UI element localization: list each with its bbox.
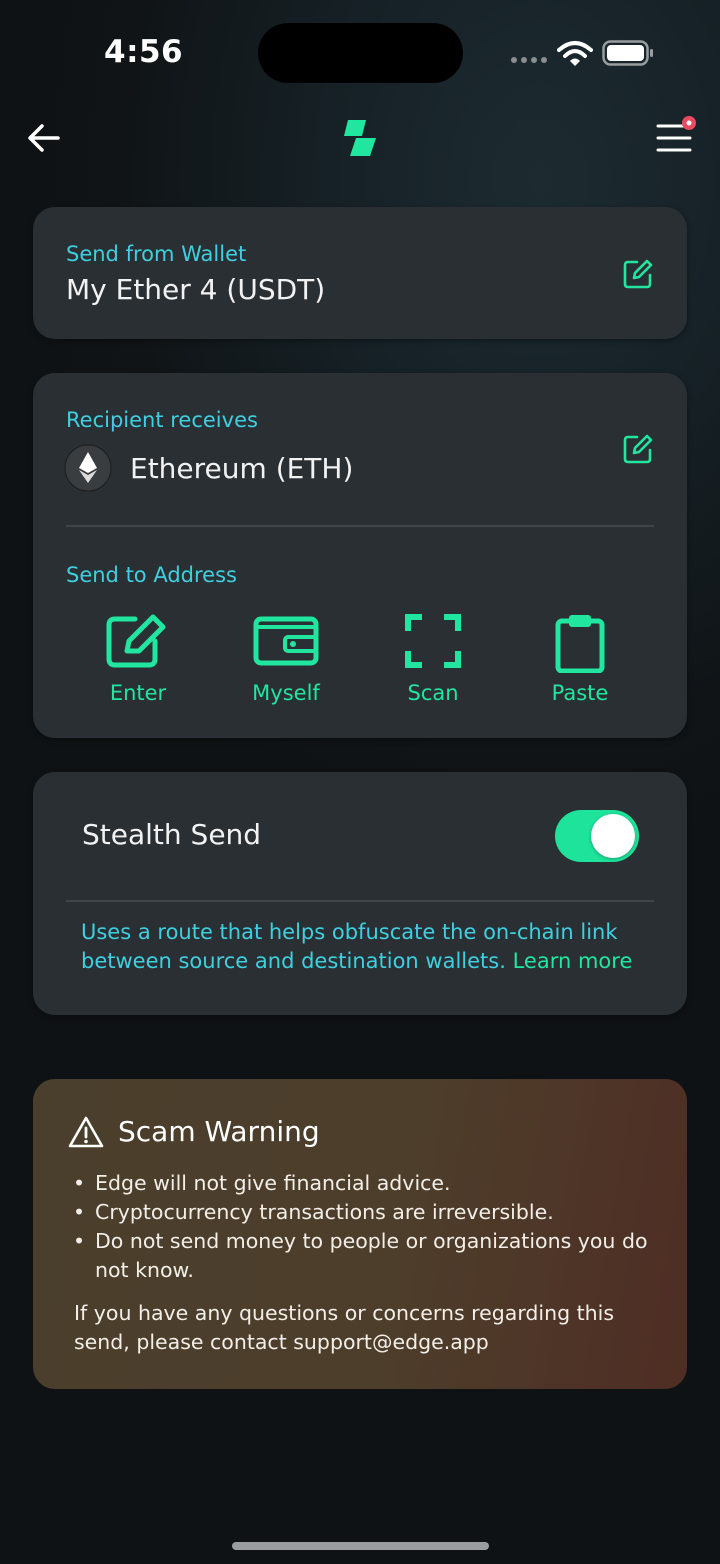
edge-logo-icon [344,120,376,156]
wallet-icon [253,616,319,666]
wallet-name: My Ether 4 (USDT) [66,273,326,306]
edit-asset-icon[interactable] [621,432,655,466]
stealth-send-card: Stealth Send Uses a route that helps obf… [33,772,687,1015]
edit-wallet-icon[interactable] [621,257,655,291]
battery-icon [602,40,653,66]
menu-icon[interactable] [652,116,696,160]
paste-button[interactable]: Paste [525,613,635,705]
status-time: 4:56 [104,34,184,70]
paste-label: Paste [551,681,609,705]
send-from-label: Send from Wallet [66,242,247,266]
scam-warning-title: Scam Warning [118,1115,320,1148]
myself-label: Myself [252,681,320,705]
scam-warning-card: Scam Warning Edge will not give financia… [33,1079,687,1389]
home-indicator[interactable] [232,1542,489,1550]
stealth-send-toggle[interactable] [555,810,639,862]
send-from-wallet-card[interactable]: Send from Wallet My Ether 4 (USDT) [33,207,687,339]
myself-button[interactable]: Myself [231,613,341,705]
recipient-asset[interactable]: Ethereum (ETH) [130,452,353,485]
list-item: Edge will not give financial advice. [69,1169,679,1198]
list-item: Cryptocurrency transactions are irrevers… [69,1198,679,1227]
divider [66,900,654,902]
recipient-card: Recipient receives Ethereum (ETH) Send t… [33,373,687,738]
send-to-address-label: Send to Address [66,563,237,587]
scan-button[interactable]: Scan [378,613,488,705]
enter-label: Enter [109,681,167,705]
stealth-send-title: Stealth Send [82,818,262,851]
wifi-icon [557,41,593,66]
scam-warning-footer: If you have any questions or concerns re… [74,1301,615,1354]
learn-more-link[interactable]: Learn more [513,949,633,973]
clipboard-icon [555,615,605,673]
pencil-square-icon [106,614,166,668]
enter-address-button[interactable]: Enter [83,613,193,705]
divider [66,525,654,527]
warning-triangle-icon [68,1116,104,1148]
scam-warning-list: Edge will not give financial advice. Cry… [69,1169,679,1285]
scan-frame-icon [405,614,461,668]
scan-label: Scan [407,681,459,705]
recipient-label: Recipient receives [66,408,258,432]
cellular-signal-icon [511,57,547,63]
stealth-description: Uses a route that helps obfuscate the on… [81,920,633,973]
dynamic-island [258,23,463,83]
list-item: Do not send money to people or organizat… [69,1227,679,1285]
back-arrow-icon[interactable] [24,118,64,158]
ethereum-icon [64,444,112,492]
